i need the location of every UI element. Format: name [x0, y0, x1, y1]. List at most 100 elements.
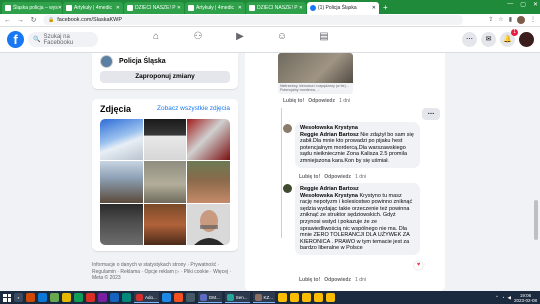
app-icon[interactable] [26, 293, 35, 302]
app-icon[interactable] [161, 293, 171, 302]
comment-mention[interactable]: Reggie Adrian Bartosz [300, 132, 359, 138]
watch-icon[interactable]: ▶ [234, 31, 246, 43]
photo-thumbnail[interactable] [187, 203, 230, 245]
taskbar-app-kz[interactable]: KZ... [252, 292, 276, 303]
extensions-icon[interactable]: ▮ [509, 16, 512, 24]
app-icon[interactable] [110, 293, 119, 302]
scrollbar-thumb[interactable] [534, 200, 538, 240]
groups-icon[interactable]: ☺ [276, 31, 288, 43]
search-icon[interactable]: ⌕ [14, 293, 23, 302]
forward-icon[interactable]: → [17, 17, 24, 24]
facebook-logo[interactable]: f [7, 31, 24, 48]
taskbar-app-sen[interactable]: Sen... [224, 292, 250, 303]
app-icon[interactable] [173, 293, 183, 302]
reply-link[interactable]: Odpowiedz [324, 277, 351, 283]
shared-post-image[interactable] [278, 53, 353, 83]
menu-grid-icon[interactable]: ⋯ [462, 32, 477, 47]
notifications-icon[interactable]: 🔔 1 [500, 29, 518, 47]
suggest-edits-button[interactable]: Zaproponuj zmiany [100, 71, 230, 83]
comment-mention[interactable]: Wesołowska Krystyna [300, 193, 358, 199]
photo-thumbnail[interactable] [100, 161, 143, 203]
photo-thumbnail[interactable] [143, 161, 187, 203]
close-icon[interactable]: ✕ [177, 5, 181, 11]
taskbar-app-gm[interactable]: GM... [197, 292, 222, 303]
close-icon[interactable]: ✕ [299, 5, 303, 11]
clock[interactable]: 19:06 2023-02-08 [514, 293, 537, 303]
comments-panel: Nietrzeźwy, kierowca i rozpędzony (w tle… [245, 53, 445, 291]
see-all-photos-link[interactable]: Zobacz wszystkie zdjęcia [157, 105, 230, 112]
home-icon[interactable]: ⌂ [150, 31, 162, 43]
close-icon[interactable]: ✕ [372, 5, 376, 11]
close-icon[interactable]: ✕ [238, 5, 242, 11]
network-icon[interactable]: ◔ [502, 295, 505, 300]
chrome-icon[interactable] [290, 293, 300, 302]
scrollbar-track[interactable] [532, 53, 540, 291]
app-icon[interactable] [185, 293, 195, 302]
back-icon[interactable]: ← [4, 17, 11, 24]
bookmark-star-icon[interactable]: ☆ [498, 16, 503, 24]
photo-thumbnail[interactable] [100, 119, 143, 161]
browser-tab[interactable]: Artykuły | 4medic ✕ [63, 2, 123, 14]
app-icon[interactable] [98, 293, 107, 302]
photo-thumbnail[interactable] [187, 119, 230, 161]
app-icon[interactable] [50, 293, 59, 302]
browser-tab[interactable]: DZIECI NASZE! P ✕ [246, 2, 306, 14]
page-name[interactable]: Policja Śląska [119, 58, 166, 65]
reload-icon[interactable]: ↻ [30, 16, 37, 24]
reply-link[interactable]: Odpowiedz [308, 98, 335, 104]
love-reaction-icon[interactable]: ♥ [414, 261, 423, 270]
app-icon[interactable] [86, 293, 95, 302]
windows-start-icon[interactable] [3, 293, 11, 302]
close-window-icon[interactable]: ✕ [533, 1, 538, 8]
comment-author[interactable]: Reggie Adrian Bartosz [300, 186, 415, 193]
browser-tab[interactable]: Śląska policja – wys ✕ [2, 2, 62, 14]
favicon-icon [5, 5, 11, 11]
main-navigation: ⌂ ⚇ ▶ ☺ ▤ [150, 31, 330, 43]
share-icon[interactable]: ⇪ [488, 16, 493, 24]
minimize-icon[interactable]: — [507, 1, 513, 8]
avatar[interactable] [283, 184, 292, 193]
gaming-icon[interactable]: ▤ [318, 31, 330, 43]
footer-links[interactable]: Informacje o danych w statystykach stron… [92, 262, 242, 282]
chrome-icon[interactable] [314, 293, 324, 302]
profile-avatar[interactable] [517, 16, 525, 24]
close-icon[interactable]: ✕ [116, 5, 120, 11]
browser-tab[interactable]: Artykuły | 4medic ✕ [185, 2, 245, 14]
browser-menu-icon[interactable]: ⋮ [530, 16, 536, 24]
close-icon[interactable]: ✕ [58, 5, 62, 11]
comment-author[interactable]: Wesołowska Krystyna [300, 125, 415, 132]
comment-bubble: Wesołowska Krystyna Reggie Adrian Bartos… [295, 122, 420, 168]
favicon-icon [249, 5, 255, 11]
new-tab-icon[interactable]: + [383, 2, 388, 14]
folder-icon[interactable] [62, 293, 71, 302]
volume-icon[interactable]: ◀ [508, 295, 511, 301]
app-icon[interactable] [74, 293, 83, 302]
photo-thumbnail[interactable] [100, 203, 143, 245]
photo-thumbnail[interactable] [143, 203, 187, 245]
photo-thumbnail[interactable] [187, 161, 230, 203]
like-link[interactable]: Lubię to! [299, 174, 320, 180]
comment-bubble: Reggie Adrian Bartosz Wesołowska Krystyn… [295, 183, 420, 255]
chrome-icon[interactable] [326, 293, 336, 302]
chrome-icon[interactable] [278, 293, 288, 302]
app-icon[interactable] [38, 293, 47, 302]
browser-tab-active[interactable]: (1) Policja Śląska ✕ [307, 2, 379, 14]
friends-icon[interactable]: ⚇ [192, 31, 204, 43]
more-options-icon[interactable]: … [422, 108, 440, 120]
messenger-icon[interactable]: ✉ [481, 32, 496, 47]
avatar[interactable] [283, 124, 292, 133]
photo-thumbnail[interactable] [143, 119, 187, 161]
reply-link[interactable]: Odpowiedz [324, 174, 351, 180]
search-input[interactable]: 🔍 Szukaj na Facebooku [28, 32, 98, 47]
maximize-icon[interactable]: ▢ [520, 1, 526, 8]
tray-chevron-icon[interactable]: ⌃ [495, 295, 499, 301]
browser-tab[interactable]: DZIECI NASZE! P ✕ [124, 2, 184, 14]
account-avatar[interactable] [519, 32, 534, 47]
like-link[interactable]: Lubię to! [283, 98, 304, 104]
chrome-icon[interactable] [302, 293, 312, 302]
like-link[interactable]: Lubię to! [299, 277, 320, 283]
url-field[interactable]: 🔒 facebook.com/SlaskaKWP [43, 15, 463, 25]
page-avatar[interactable] [100, 55, 113, 68]
app-icon[interactable] [122, 293, 131, 302]
taskbar-app-acrobat[interactable]: Ado... [134, 292, 159, 303]
